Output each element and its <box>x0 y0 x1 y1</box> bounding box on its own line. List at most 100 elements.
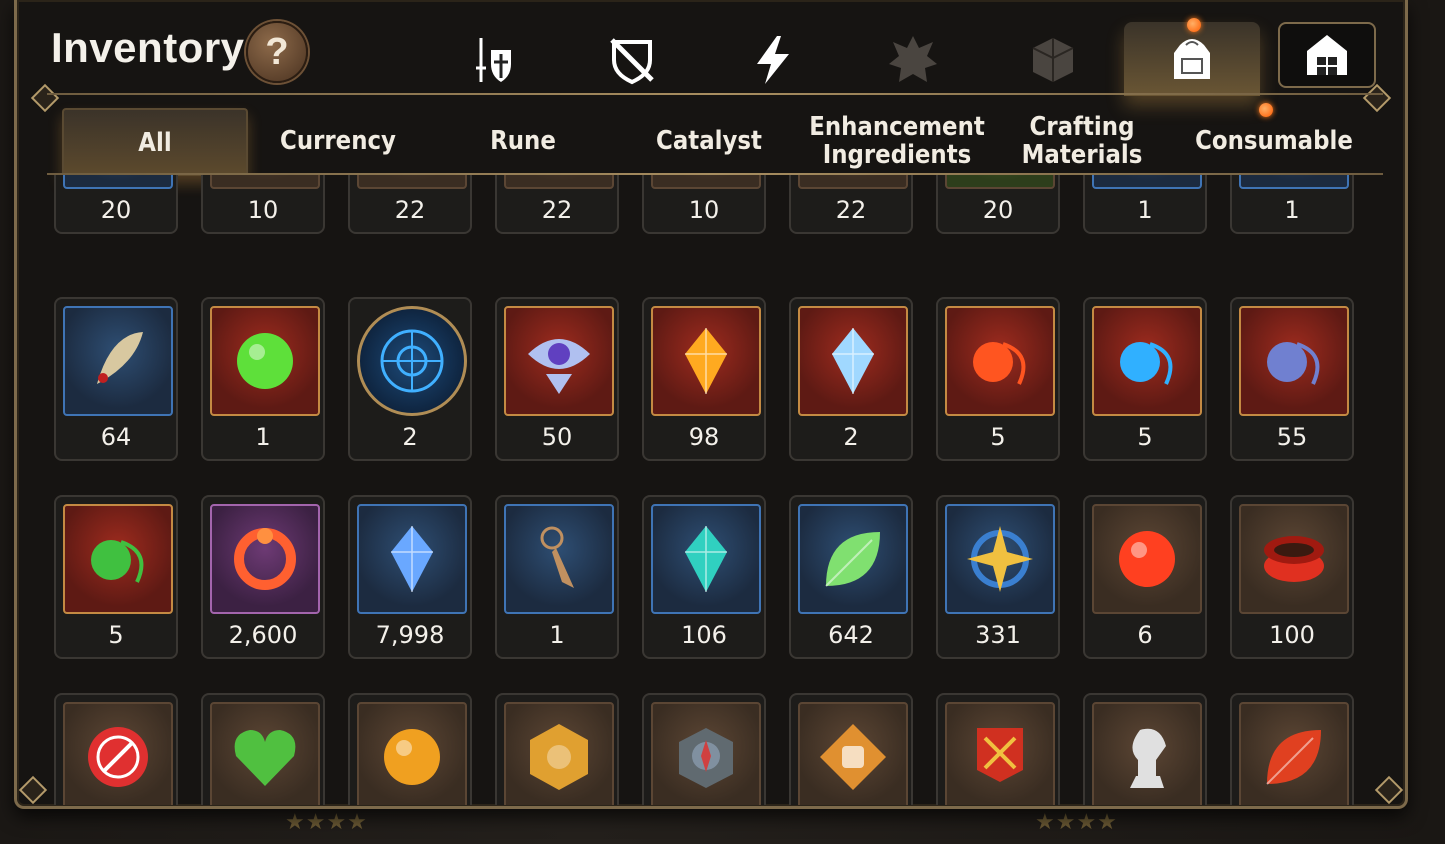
tab-crafting-materials[interactable]: Crafting Materials <box>1007 108 1157 174</box>
inventory-slot[interactable]: 22 <box>495 175 619 234</box>
inventory-slot[interactable] <box>936 693 1060 805</box>
tab-all-label: All <box>138 128 172 158</box>
item-frame <box>651 702 761 805</box>
item-frame <box>798 175 908 189</box>
item-count: 22 <box>541 196 573 224</box>
feather-charm-icon <box>97 332 143 384</box>
tab-currency[interactable]: Currency <box>258 108 418 174</box>
inventory-slot[interactable]: 100 <box>1230 495 1354 659</box>
item-frame <box>651 504 761 614</box>
inventory-slot[interactable] <box>1083 693 1207 805</box>
tab-consumable[interactable]: Consumable <box>1186 108 1362 174</box>
clover-charm-icon <box>91 540 144 583</box>
moon-charm-icon <box>1267 342 1320 385</box>
inventory-slot[interactable]: 50 <box>495 297 619 461</box>
inventory-slot[interactable]: 22 <box>348 175 472 234</box>
item-count: 20 <box>982 196 1014 224</box>
item-frame <box>63 702 173 805</box>
inventory-slot[interactable]: 20 <box>54 175 178 234</box>
inventory-header: Inventory ? <box>17 0 1405 96</box>
item-frame <box>210 306 320 416</box>
item-count: 5 <box>108 621 124 649</box>
inventory-grid: 20 10 22 22 10 22 20 1 1 64 1 2 50 98 2 5 5 55 5 2,600 7,998… <box>17 175 1405 805</box>
inventory-slot[interactable]: 55 <box>1230 297 1354 461</box>
tab-crest[interactable] <box>881 28 945 92</box>
tab-all[interactable]: All <box>62 108 248 176</box>
item-frame <box>1239 702 1349 805</box>
sword-shield-icon <box>476 38 511 82</box>
inventory-slot[interactable] <box>642 693 766 805</box>
inventory-slot[interactable]: 1 <box>1230 175 1354 234</box>
knight-chess-icon <box>1130 728 1166 788</box>
item-count: 5 <box>990 423 1006 451</box>
tab-broken-shield[interactable] <box>600 28 664 92</box>
inventory-slot[interactable]: 331 <box>936 495 1060 659</box>
page-title: Inventory <box>51 24 245 71</box>
inventory-slot[interactable]: 6 <box>1083 495 1207 659</box>
tab-rune[interactable]: Rune <box>443 108 603 174</box>
item-count: 1 <box>1284 196 1300 224</box>
tab-enhancement-ingredients[interactable]: Enhancement Ingredients <box>809 108 985 174</box>
inventory-slot[interactable]: 106 <box>642 495 766 659</box>
inventory-slot[interactable]: 10 <box>642 175 766 234</box>
item-count: 2,600 <box>228 621 298 649</box>
inventory-slot[interactable] <box>201 693 325 805</box>
tab-backpack[interactable] <box>1124 22 1260 96</box>
help-button[interactable]: ? <box>246 21 308 83</box>
spiky-crest-icon <box>889 36 937 82</box>
inventory-slot[interactable] <box>348 693 472 805</box>
item-frame <box>1239 504 1349 614</box>
storage-house-icon <box>1307 35 1347 75</box>
tab-catalyst[interactable]: Catalyst <box>629 108 789 174</box>
item-frame <box>504 306 614 416</box>
fire-charm-icon <box>973 342 1026 385</box>
notification-dot <box>1187 18 1201 32</box>
inventory-slot[interactable] <box>54 693 178 805</box>
background-stars-right: ★★★★ <box>1035 810 1118 835</box>
item-count: 98 <box>688 423 720 451</box>
backpack-icon <box>1174 39 1210 79</box>
compass-star-icon <box>967 526 1033 592</box>
inventory-slot[interactable]: 10 <box>201 175 325 234</box>
item-frame <box>210 702 320 805</box>
tab-crafting-materials-label: Crafting Materials <box>1021 112 1143 170</box>
notification-dot <box>1259 103 1273 117</box>
inventory-slot[interactable]: 7,998 <box>348 495 472 659</box>
item-frame <box>1239 306 1349 416</box>
inventory-slot[interactable]: 1 <box>495 495 619 659</box>
tab-storage[interactable] <box>1278 22 1376 88</box>
inventory-slot[interactable]: 5 <box>936 297 1060 461</box>
red-seal-icon <box>88 727 148 787</box>
inventory-slot[interactable]: 5 <box>1083 297 1207 461</box>
gold-emblem-icon <box>530 724 588 790</box>
inventory-slot[interactable]: 2 <box>789 297 913 461</box>
inventory-slot[interactable] <box>1230 693 1354 805</box>
sun-coin-icon <box>384 729 440 785</box>
inventory-slot[interactable]: 2 <box>348 297 472 461</box>
item-count: 642 <box>828 621 874 649</box>
inventory-slot[interactable]: 98 <box>642 297 766 461</box>
inventory-slot[interactable]: 20 <box>936 175 1060 234</box>
inventory-slot[interactable]: 1 <box>201 297 325 461</box>
item-frame <box>504 702 614 805</box>
inventory-slot[interactable]: 64 <box>54 297 178 461</box>
item-count: 1 <box>1137 196 1153 224</box>
item-count: 10 <box>688 196 720 224</box>
red-bracelet-icon <box>1264 536 1324 582</box>
inventory-slot[interactable]: 2,600 <box>201 495 325 659</box>
stone-compass-icon <box>679 728 733 788</box>
inventory-slot[interactable]: 642 <box>789 495 913 659</box>
lava-orb-icon <box>1119 531 1175 587</box>
tab-cube[interactable] <box>1021 28 1085 92</box>
inventory-slot[interactable]: 22 <box>789 175 913 234</box>
item-frame <box>1092 702 1202 805</box>
item-frame <box>798 702 908 805</box>
inventory-slot[interactable] <box>789 693 913 805</box>
inventory-slot[interactable]: 5 <box>54 495 178 659</box>
tab-equipment[interactable] <box>461 28 525 92</box>
inventory-slot[interactable] <box>495 693 619 805</box>
inventory-slot[interactable]: 1 <box>1083 175 1207 234</box>
item-count: 22 <box>835 196 867 224</box>
tab-lightning[interactable] <box>741 28 805 92</box>
pendulum-icon <box>540 526 574 588</box>
